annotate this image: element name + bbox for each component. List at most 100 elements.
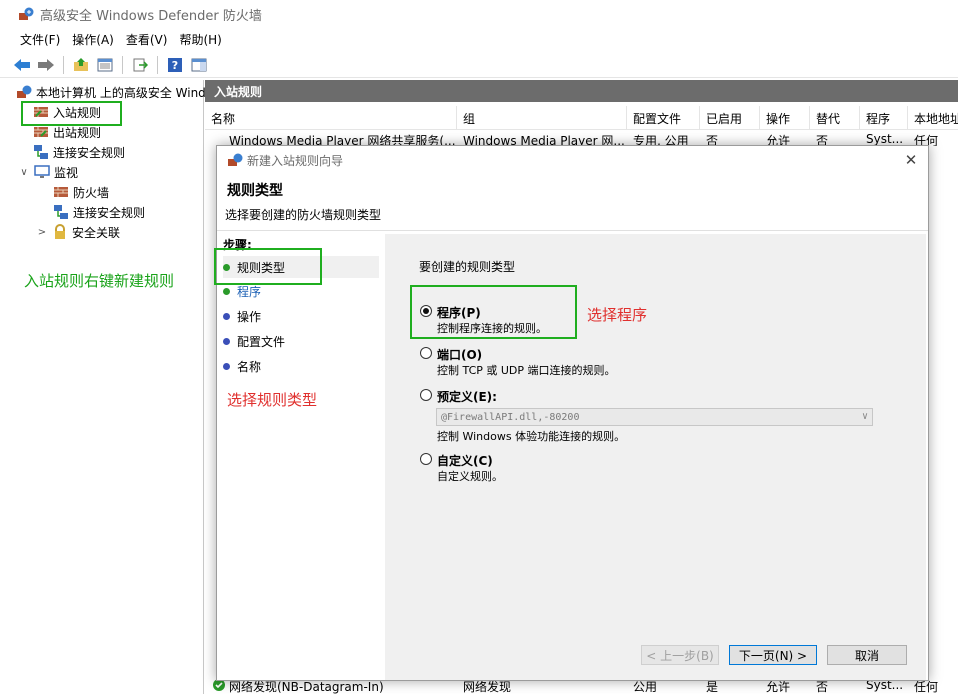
export-icon[interactable] (130, 55, 150, 75)
step-label: 名称 (237, 359, 262, 374)
navigation-tree: 本地计算机 上的高级安全 Wind 入站规则 出站规则 连接安全规则 ∨ 监视 … (0, 80, 206, 694)
pane-header: 入站规则 (205, 80, 958, 102)
connection-security-icon (54, 205, 68, 219)
predefined-select[interactable]: @FirewallAPI.dll,-80200 ∨ (436, 408, 873, 426)
option-desc-custom: 自定义规则。 (437, 470, 503, 483)
toolbar-separator (63, 55, 64, 74)
row-local-address: 任何 (914, 134, 939, 146)
menu-bar: 文件(F) 操作(A) 查看(V) 帮助(H) (0, 28, 958, 50)
help-icon[interactable]: ? (165, 55, 185, 75)
tree-item-security-associations[interactable]: > 安全关联 (36, 222, 120, 242)
tree-item-label: 防火墙 (73, 185, 110, 200)
radio-custom[interactable] (420, 453, 432, 465)
tree-item-firewall[interactable]: 防火墙 (53, 182, 109, 202)
tree-item-label: 出站规则 (53, 125, 102, 140)
monitor-icon (34, 165, 50, 178)
step-label: 操作 (237, 309, 262, 324)
option-desc-predefined: 控制 Windows 体验功能连接的规则。 (437, 430, 626, 443)
annotation-step-note: 选择规则类型 (227, 391, 318, 409)
chevron-down-icon: ∨ (861, 411, 868, 422)
tree-item-connection-security-rules[interactable]: 连接安全规则 (33, 142, 125, 162)
brick-wall-icon (54, 187, 68, 197)
highlight-rule-type-step (214, 248, 322, 285)
highlight-inbound-rules (21, 101, 122, 126)
predefined-select-value: @FirewallAPI.dll,-80200 (441, 411, 580, 423)
tree-item-monitor-connection-security[interactable]: 连接安全规则 (53, 202, 145, 222)
row-enabled: 否 (706, 134, 719, 146)
option-label-predefined[interactable]: 预定义(E): (437, 388, 497, 405)
table-row[interactable]: Windows Media Player 网络共享服务(... Windows … (205, 132, 958, 146)
dialog-title: 新建入站规则向导 (247, 153, 344, 168)
step-bullet-icon (223, 337, 230, 345)
firewall-root-icon (17, 85, 32, 98)
column-override[interactable]: 替代 (810, 106, 860, 130)
tree-item-label: 连接安全规则 (53, 145, 126, 160)
window-title: 高级安全 Windows Defender 防火墙 (40, 8, 262, 24)
row-group: Windows Media Player 网... (463, 134, 625, 146)
column-group[interactable]: 组 (457, 106, 627, 130)
toolbar: ? (0, 52, 958, 78)
menu-help[interactable]: 帮助(H) (173, 31, 227, 48)
back-button[interactable]: < 上一步(B) (641, 645, 719, 665)
annotation-inbound-note: 入站规则右键新建规则 (24, 272, 175, 290)
forward-icon[interactable] (36, 55, 56, 75)
tree-item-monitoring[interactable]: ∨ 监视 (18, 162, 78, 182)
brick-wall-icon (34, 127, 48, 137)
cancel-button[interactable]: 取消 (827, 645, 907, 665)
rule-type-prompt: 要创建的规则类型 (419, 260, 516, 274)
radio-predefined[interactable] (420, 389, 432, 401)
column-program[interactable]: 程序 (860, 106, 908, 130)
dialog-heading: 规则类型 (227, 183, 283, 199)
step-action[interactable]: 操作 (223, 305, 261, 327)
tree-item-label: 安全关联 (72, 225, 121, 240)
steps-panel: 步骤: 规则类型 程序 操作 配置文件 名称 (217, 232, 385, 680)
dialog-subtitle: 选择要创建的防火墙规则类型 (225, 208, 382, 222)
pane-header-title: 入站规则 (214, 84, 263, 99)
step-profile[interactable]: 配置文件 (223, 330, 285, 352)
dialog-titlebar: 新建入站规则向导 (217, 146, 928, 174)
menu-view[interactable]: 查看(V) (120, 31, 174, 48)
show-hide-tree-icon[interactable] (95, 55, 115, 75)
folder-up-icon[interactable] (71, 55, 91, 75)
row-profile: 专用, 公用 (633, 134, 689, 146)
column-enabled[interactable]: 已启用 (700, 106, 760, 130)
next-button[interactable]: 下一页(N) > (729, 645, 817, 665)
menu-action[interactable]: 操作(A) (66, 31, 120, 48)
option-label-port[interactable]: 端口(O) (437, 346, 482, 363)
row-action: 允许 (766, 134, 791, 146)
chevron-right-icon[interactable]: > (36, 227, 48, 238)
menu-file[interactable]: 文件(F) (14, 31, 66, 48)
svg-text:?: ? (172, 59, 178, 72)
column-header-row: 名称 组 配置文件 已启用 操作 替代 程序 本地地址 (205, 106, 958, 130)
option-desc-port: 控制 TCP 或 UDP 端口连接的规则。 (437, 364, 616, 377)
step-bullet-icon (223, 362, 230, 370)
divider (217, 230, 928, 231)
column-name[interactable]: 名称 (205, 106, 457, 130)
row-override: 否 (816, 134, 829, 146)
column-local-address[interactable]: 本地地址 (908, 106, 958, 130)
show-action-pane-icon[interactable] (189, 55, 209, 75)
new-inbound-rule-wizard: 新建入站规则向导 ✕ 规则类型 选择要创建的防火墙规则类型 步骤: 规则类型 程… (216, 145, 929, 681)
tree-item-label: 监视 (54, 165, 79, 180)
step-label: 程序 (237, 284, 262, 299)
tree-item-label: 连接安全规则 (73, 205, 146, 220)
lock-icon (55, 224, 65, 239)
tree-root-label: 本地计算机 上的高级安全 Wind (36, 85, 206, 100)
toolbar-separator (122, 55, 123, 74)
back-icon[interactable] (12, 55, 32, 75)
close-icon[interactable]: ✕ (902, 151, 920, 169)
annotation-program-note: 选择程序 (587, 306, 648, 324)
radio-port[interactable] (420, 347, 432, 359)
highlight-program-option (410, 285, 577, 339)
step-name[interactable]: 名称 (223, 355, 261, 377)
chevron-down-icon[interactable]: ∨ (18, 167, 30, 178)
connection-security-icon (34, 145, 48, 159)
tree-root[interactable]: 本地计算机 上的高级安全 Wind (16, 82, 206, 102)
toolbar-separator (157, 55, 158, 74)
step-bullet-icon (223, 312, 230, 320)
column-action[interactable]: 操作 (760, 106, 810, 130)
column-profile[interactable]: 配置文件 (627, 106, 700, 130)
firewall-app-icon (19, 7, 34, 20)
option-label-custom[interactable]: 自定义(C) (437, 452, 493, 469)
row-name: Windows Media Player 网络共享服务(... (229, 134, 456, 146)
